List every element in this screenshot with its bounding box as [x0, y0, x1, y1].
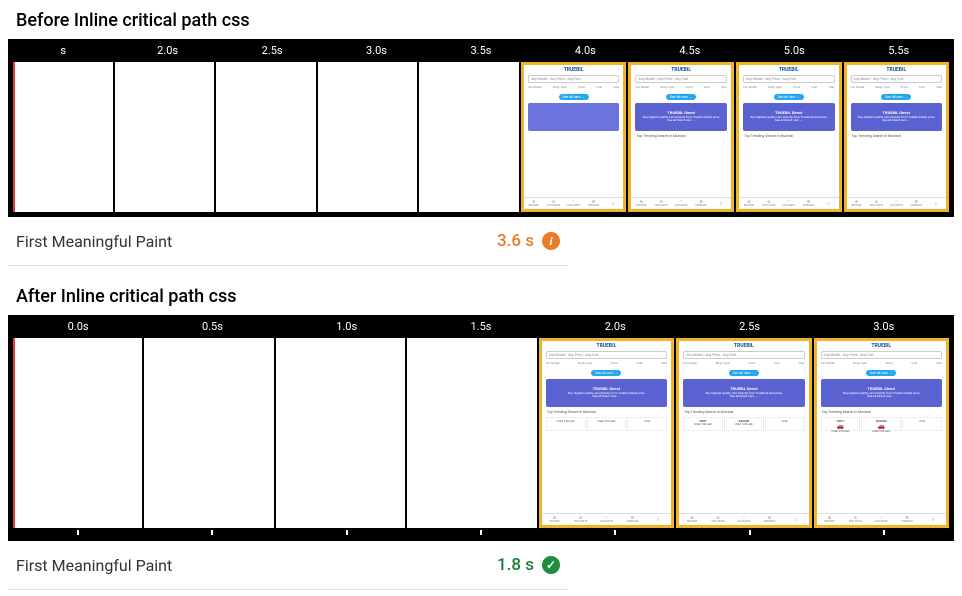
time-tick: 2.0s [115, 42, 219, 60]
time-tick: 1.5s [414, 318, 548, 336]
search-input[interactable]: Any Model › Any Price › Any Fuel [528, 75, 620, 83]
time-tick: 0.5s [145, 318, 279, 336]
frame-blank [13, 338, 142, 528]
time-tick: 3.0s [817, 318, 951, 336]
time-tick: 2.5s [682, 318, 816, 336]
before-fmp-row: First Meaningful Paint 3.6 s i [8, 217, 568, 266]
after-frames: TRUEBIL Any Model › Any Price › Any Fuel… [11, 336, 951, 530]
time-tick: 4.0s [533, 42, 637, 60]
tab[interactable]: Year [613, 86, 619, 90]
time-tick: s [11, 42, 115, 60]
tab[interactable]: Price [578, 86, 585, 90]
metric-value: 1.8 s [497, 555, 534, 575]
before-title: Before Inline critical path css [16, 10, 954, 31]
frame-blank [144, 338, 273, 528]
frame-blank [115, 62, 215, 212]
nav-testdrive[interactable]: ⊘TEST DRIVE [544, 198, 564, 209]
nav-browse[interactable]: ⊕BROWSE [524, 198, 544, 209]
frame-painted: TRUEBIL Any Model › Any Price › Any Fuel… [628, 62, 734, 212]
frame-blank [318, 62, 418, 212]
tab[interactable]: Fuel [596, 86, 602, 90]
frame-blank [216, 62, 316, 212]
bottom-ticks [11, 530, 951, 538]
frame-painted: TRUEBIL Any Model › Any Price › Any Fuel… [844, 62, 950, 212]
metric-label: First Meaningful Paint [16, 232, 497, 251]
time-tick: 3.0s [324, 42, 428, 60]
trend-card[interactable]: Unde [627, 417, 667, 431]
time-tick: 2.5s [220, 42, 324, 60]
time-tick: 2.0s [548, 318, 682, 336]
before-frames: TRUEBIL Any Model › Any Price › Any Fuel… [11, 60, 951, 214]
before-timescale: s 2.0s 2.5s 3.0s 3.5s 4.0s 4.5s 5.0s 5.5… [11, 42, 951, 60]
info-icon[interactable]: i [542, 232, 560, 250]
time-tick: 4.5s [638, 42, 742, 60]
time-tick: 5.5s [847, 42, 951, 60]
nav-premium[interactable]: ⚙PREMIUM [584, 198, 604, 209]
tab[interactable]: Body Type [553, 86, 567, 90]
nav-favourite[interactable]: ♡FAVOURITE [564, 198, 584, 209]
tab[interactable]: Car Model [528, 86, 542, 90]
time-tick: 1.0s [280, 318, 414, 336]
metric-label: First Meaningful Paint [16, 556, 497, 575]
time-tick: 0.0s [11, 318, 145, 336]
trend-card[interactable]: Under 3.00 Lakh [546, 417, 586, 431]
after-timescale: 0.0s 0.5s 1.0s 1.5s 2.0s 2.5s 3.0s [11, 318, 951, 336]
frame-partial: TRUEBIL Any Model › Any Price › Any Fuel… [521, 62, 627, 212]
frame-painted: TRUEBIL Any Model › Any Price › Any Fuel… [814, 338, 949, 528]
frame-blank [13, 62, 113, 212]
after-filmstrip: 0.0s 0.5s 1.0s 1.5s 2.0s 2.5s 3.0s TRUEB… [8, 315, 954, 541]
metric-value: 3.6 s [497, 231, 534, 251]
time-tick: 3.5s [429, 42, 533, 60]
app-logo: TRUEBIL [526, 67, 622, 73]
time-tick: 5.0s [742, 42, 846, 60]
trend-card[interactable]: Under 5.00 Lakh [587, 417, 627, 431]
frame-painted: TRUEBIL Any Model › Any Price › Any Fuel… [539, 338, 674, 528]
before-filmstrip: s 2.0s 2.5s 3.0s 3.5s 4.0s 4.5s 5.0s 5.5… [8, 39, 954, 217]
frame-blank [419, 62, 519, 212]
after-title: After Inline critical path css [16, 286, 954, 307]
after-fmp-row: First Meaningful Paint 1.8 s ✓ [8, 541, 568, 590]
frame-painted: TRUEBIL Any Model › Any Price › Any Fuel… [736, 62, 842, 212]
frame-painted: TRUEBIL Any Model › Any Price › Any Fuel… [676, 338, 811, 528]
cta-button[interactable]: See all cars → [559, 94, 589, 100]
frame-blank [407, 338, 536, 528]
frame-blank [276, 338, 405, 528]
nav-menu[interactable]: ≡ [603, 198, 623, 209]
banner-loading [528, 103, 620, 131]
check-icon: ✓ [542, 556, 560, 574]
